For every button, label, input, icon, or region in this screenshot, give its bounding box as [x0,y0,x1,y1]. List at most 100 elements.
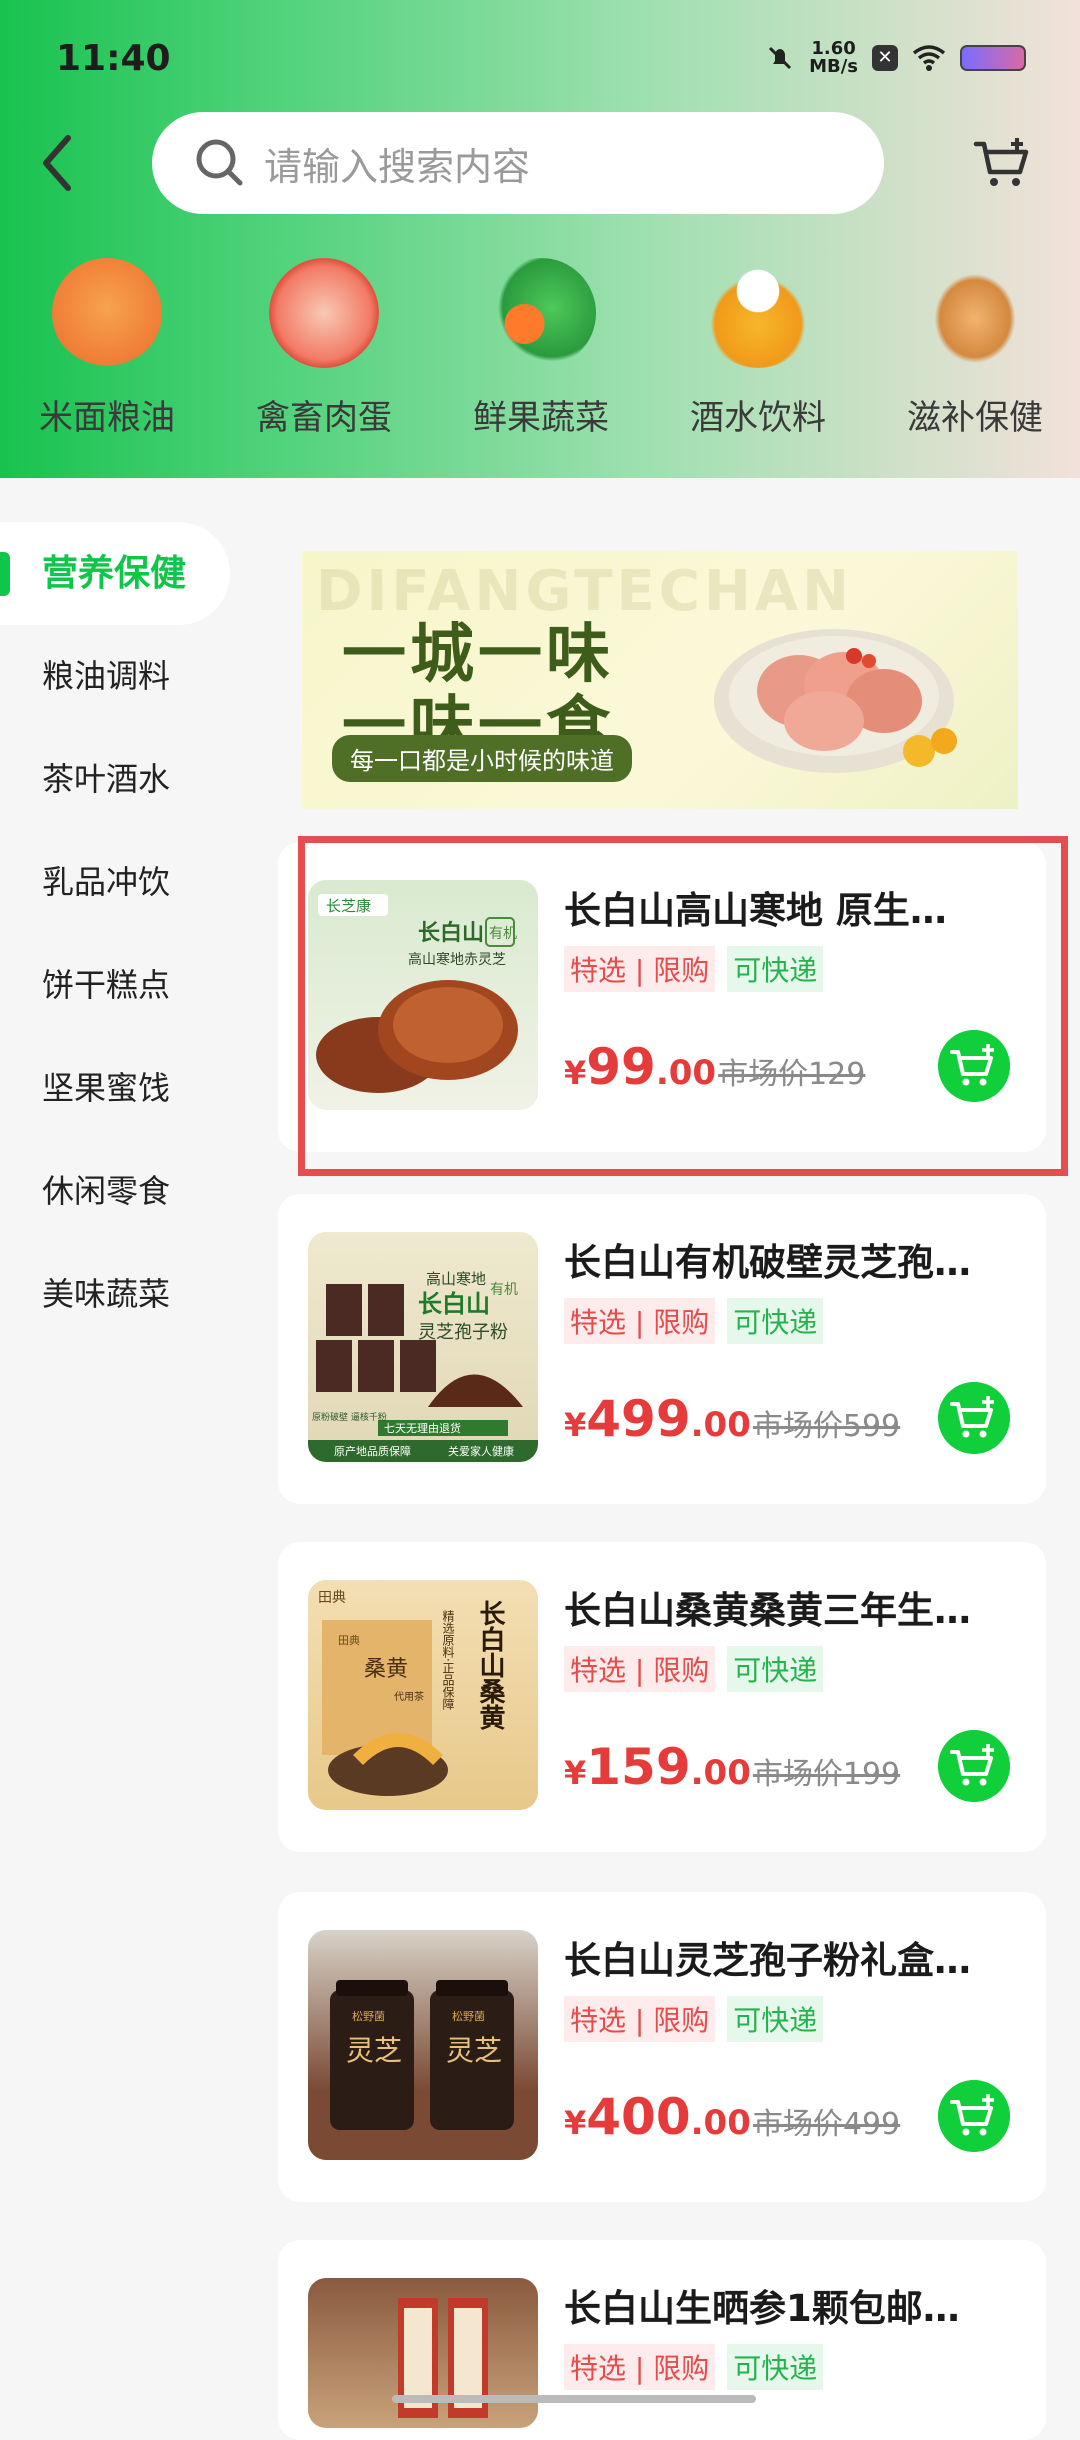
product-tags: 特选 | 限购 可快递 [564,1646,824,1692]
svg-text:高山寒地赤灵芝: 高山寒地赤灵芝 [408,951,506,968]
svg-text:田典: 田典 [338,1633,360,1647]
sidebar-item-snacks[interactable]: 休闲零食 [0,1140,270,1243]
product-card[interactable]: 长芝康 长白山 有机 高山寒地赤灵芝 长白山高山寒地 原生… 特选 | 限购 可… [278,842,1046,1152]
sidebar-item-tea-wine[interactable]: 茶叶酒水 [0,728,270,831]
search-icon [196,139,243,186]
svg-text:有机: 有机 [490,1282,518,1298]
svg-text:松野菌: 松野菌 [452,2009,485,2023]
market-price: 市场价129 [718,1057,866,1092]
sidebar-item-vegetables[interactable]: 美味蔬菜 [0,1243,270,1346]
sidebar-item-biscuits[interactable]: 饼干糕点 [0,934,270,1037]
tag-special-limited: 特选 | 限购 [564,1996,716,2042]
market-price: 市场价599 [752,1409,901,1444]
svg-text:长白山桑黄: 长白山桑黄 [475,1600,505,1731]
product-thumbnail: 松野菌 松野菌 灵芝 灵芝 [308,1930,538,2160]
wifi-icon [912,45,946,71]
category-item[interactable]: 米面粮油 [12,258,202,439]
tag-express: 可快递 [727,2344,824,2390]
product-tags: 特选 | 限购 可快递 [564,946,824,992]
network-speed: 1.60 MB/s [809,38,858,77]
product-card[interactable]: 高山寒地 长白山 有机 灵芝孢子粉 七天无理由退货 原粉破壁 逼核千粉 原产地品… [278,1194,1046,1504]
product-card[interactable]: 松野菌 松野菌 灵芝 灵芝 长白山灵芝孢子粉礼盒… 特选 | 限购 可快递 ¥4… [278,1892,1046,2202]
beer-icon [703,258,813,368]
add-to-cart-icon[interactable] [938,1730,1010,1802]
search-input[interactable]: 请输入搜索内容 [264,136,530,191]
tag-special-limited: 特选 | 限购 [564,2344,716,2390]
sidebar-item-nuts[interactable]: 坚果蜜饯 [0,1037,270,1140]
svg-text:原粉破壁 逼核千粉: 原粉破壁 逼核千粉 [312,1411,387,1423]
meat-icon [269,258,379,368]
search-bar[interactable]: 请输入搜索内容 [152,112,884,214]
tag-special-limited: 特选 | 限购 [564,1298,716,1344]
market-price: 市场价499 [752,2107,901,2142]
svg-text:长白山: 长白山 [418,1290,490,1318]
sidebar-item-grain-oil[interactable]: 粮油调料 [0,625,270,728]
svg-text:灵芝孢子粉: 灵芝孢子粉 [418,1322,508,1343]
promo-banner[interactable]: DIFANGTECHAN 一城一味 一味一食 每一口都是小时候的味道 [302,551,1018,809]
category-item[interactable]: 鲜果蔬菜 [446,258,636,439]
product-price: ¥499.00 市场价599 [564,1390,901,1448]
notification-x-icon: ✕ [872,45,898,71]
svg-text:代用茶: 代用茶 [394,1690,424,1703]
vegetables-icon [486,258,596,368]
category-row: 米面粮油 禽畜肉蛋 鲜果蔬菜 酒水饮料 滋补保健 [0,258,1080,438]
svg-text:精选原料·正品保障: 精选原料·正品保障 [441,1610,455,1710]
svg-text:灵芝: 灵芝 [446,2034,502,2067]
product-title: 长白山有机破壁灵芝孢… [564,1241,971,1284]
status-bar-icons: 1.60 MB/s ✕ [765,40,1026,76]
svg-text:松野菌: 松野菌 [352,2009,385,2023]
svg-text:桑黄: 桑黄 [364,1657,408,1682]
product-price: ¥400.00 市场价499 [564,2088,901,2146]
ginseng-icon [920,258,1030,368]
svg-text:灵芝: 灵芝 [346,2034,402,2067]
tag-special-limited: 特选 | 限购 [564,946,716,992]
tag-special-limited: 特选 | 限购 [564,1646,716,1692]
tag-express: 可快递 [727,1996,824,2042]
svg-text:有机: 有机 [489,926,517,942]
market-price: 市场价199 [752,1757,901,1792]
add-to-cart-icon[interactable] [938,1030,1010,1102]
product-card[interactable]: 田典 田典 桑黄 代用茶 精选原料·正品保障 长白山桑黄 长白山桑黄桑黄三年生…… [278,1542,1046,1852]
svg-text:高山寒地: 高山寒地 [426,1270,486,1288]
add-to-cart-icon[interactable] [938,2080,1010,2152]
category-item[interactable]: 酒水饮料 [663,258,853,439]
product-thumbnail: 田典 田典 桑黄 代用茶 精选原料·正品保障 长白山桑黄 [308,1580,538,1810]
flour-bag-icon [52,258,162,368]
product-title: 长白山高山寒地 原生… [564,889,947,932]
add-to-cart-icon[interactable] [938,1382,1010,1454]
tag-express: 可快递 [727,1646,824,1692]
product-thumbnail: 长芝康 长白山 有机 高山寒地赤灵芝 [308,880,538,1110]
product-thumbnail [308,2278,538,2428]
product-card[interactable]: 长白山生晒参1颗包邮… 特选 | 限购 可快递 [278,2240,1046,2440]
banner-tagline: 每一口都是小时候的味道 [332,735,632,782]
svg-text:七天无理由退货: 七天无理由退货 [384,1421,461,1435]
product-price: ¥159.00 市场价199 [564,1738,901,1796]
mute-bell-icon [769,46,792,70]
tag-express: 可快递 [727,946,824,992]
tag-express: 可快递 [727,1298,824,1344]
svg-text:原产地品质保障: 原产地品质保障 [334,1444,411,1458]
sidebar: 营养保健 粮油调料 茶叶酒水 乳品冲饮 饼干糕点 坚果蜜饯 休闲零食 美味蔬菜 [0,522,270,1346]
product-title: 长白山生晒参1颗包邮… [564,2287,960,2330]
svg-text:田典: 田典 [318,1590,346,1606]
product-tags: 特选 | 限购 可快递 [564,1298,824,1344]
cart-icon[interactable] [972,134,1032,194]
category-item[interactable]: 滋补保健 [880,258,1070,439]
svg-text:长芝康: 长芝康 [326,897,371,915]
svg-text:长白山: 长白山 [418,920,484,946]
status-time: 11:40 [56,38,171,79]
sidebar-item-nutrition[interactable]: 营养保健 [0,522,230,625]
sidebar-item-dairy[interactable]: 乳品冲饮 [0,831,270,934]
sausage-plate-image [714,629,957,773]
svg-text:关爱家人健康: 关爱家人健康 [448,1444,514,1458]
product-title: 长白山桑黄桑黄三年生… [564,1589,971,1632]
battery-icon [960,45,1026,71]
product-thumbnail: 高山寒地 长白山 有机 灵芝孢子粉 七天无理由退货 原粉破壁 逼核千粉 原产地品… [308,1232,538,1462]
category-item[interactable]: 禽畜肉蛋 [229,258,419,439]
home-indicator[interactable] [392,2395,756,2403]
product-title: 长白山灵芝孢子粉礼盒… [564,1939,971,1982]
back-arrow-icon[interactable] [36,128,76,198]
header: 11:40 1.60 MB/s ✕ 请输入搜索内容 米面粮油 禽畜肉蛋 鲜果蔬菜… [0,0,1080,478]
product-price: ¥99.00 市场价129 [564,1038,866,1096]
product-tags: 特选 | 限购 可快递 [564,2344,824,2390]
